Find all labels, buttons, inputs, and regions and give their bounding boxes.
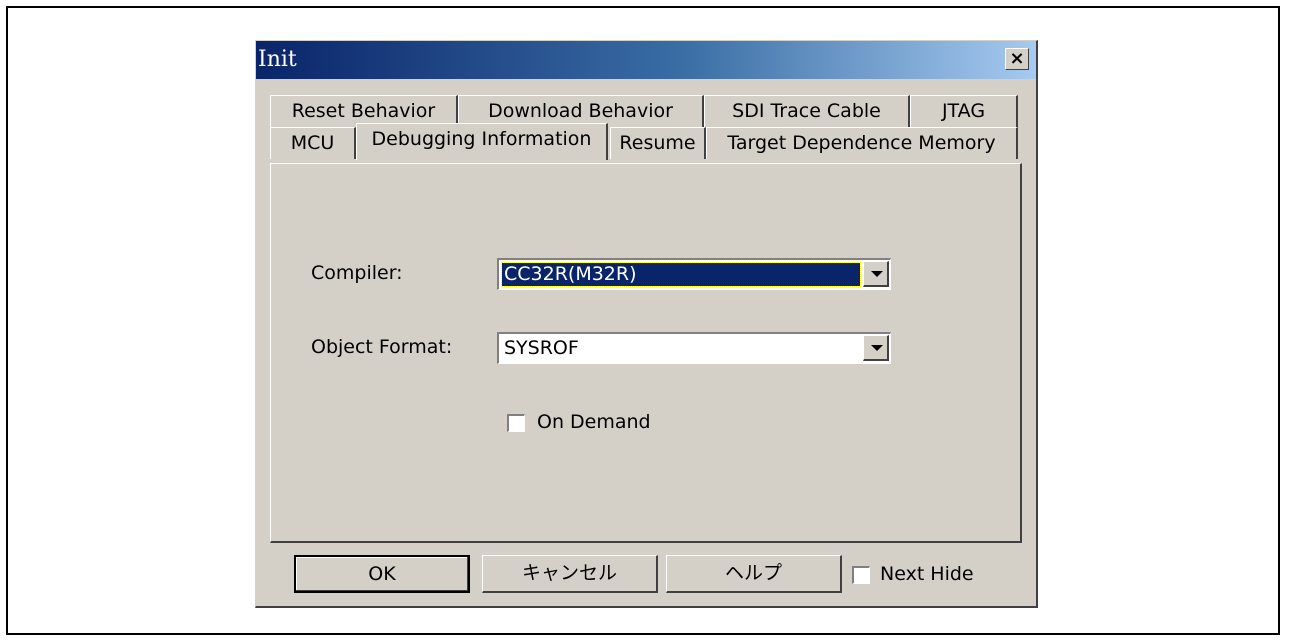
compiler-label: Compiler: — [311, 262, 403, 284]
init-dialog: Init × Reset Behavior Download Behavior … — [255, 40, 1038, 608]
close-button[interactable]: × — [1005, 48, 1029, 70]
object-format-select[interactable]: SYSROF — [497, 332, 891, 364]
tab-label: Reset Behavior — [291, 100, 436, 122]
tab-sdi-trace-cable[interactable]: SDI Trace Cable — [704, 95, 910, 127]
tab-label: SDI Trace Cable — [732, 100, 881, 122]
cancel-label: キャンセル — [521, 562, 617, 584]
tab-mcu[interactable]: MCU — [270, 127, 356, 159]
on-demand-checkbox[interactable] — [507, 414, 525, 432]
object-format-value: SYSROF — [504, 337, 579, 359]
tab-label: Target Dependence Memory — [727, 132, 996, 154]
help-button[interactable]: ヘルプ — [666, 555, 842, 593]
compiler-select[interactable]: CC32R(M32R) — [497, 258, 891, 290]
title-bar: Init × — [256, 41, 1036, 79]
object-format-label: Object Format: — [311, 336, 453, 358]
tab-label: Download Behavior — [488, 100, 673, 122]
tab-jtag[interactable]: JTAG — [910, 95, 1018, 127]
ok-label: OK — [368, 563, 396, 585]
next-hide-checkbox[interactable] — [852, 566, 870, 584]
tab-label: JTAG — [941, 100, 986, 122]
tab-label: Debugging Information — [371, 128, 592, 150]
tab-resume[interactable]: Resume — [610, 127, 706, 159]
on-demand-label: On Demand — [537, 411, 651, 433]
tab-debugging-information[interactable]: Debugging Information — [356, 123, 608, 160]
next-hide-label: Next Hide — [880, 563, 974, 585]
help-label: ヘルプ — [724, 562, 782, 584]
tab-label: MCU — [290, 132, 335, 154]
ok-button[interactable]: OK — [294, 555, 470, 593]
tab-panel: Compiler: CC32R(M32R) Object Format: SYS… — [270, 163, 1022, 543]
tab-target-dependence-memory[interactable]: Target Dependence Memory — [706, 127, 1018, 159]
tab-label: Resume — [619, 132, 696, 154]
cancel-button[interactable]: キャンセル — [482, 555, 658, 593]
dialog-title: Init — [258, 47, 297, 72]
chevron-down-icon[interactable] — [863, 261, 889, 287]
compiler-value: CC32R(M32R) — [501, 262, 861, 287]
close-icon: × — [1009, 48, 1025, 69]
chevron-down-icon[interactable] — [863, 335, 889, 361]
